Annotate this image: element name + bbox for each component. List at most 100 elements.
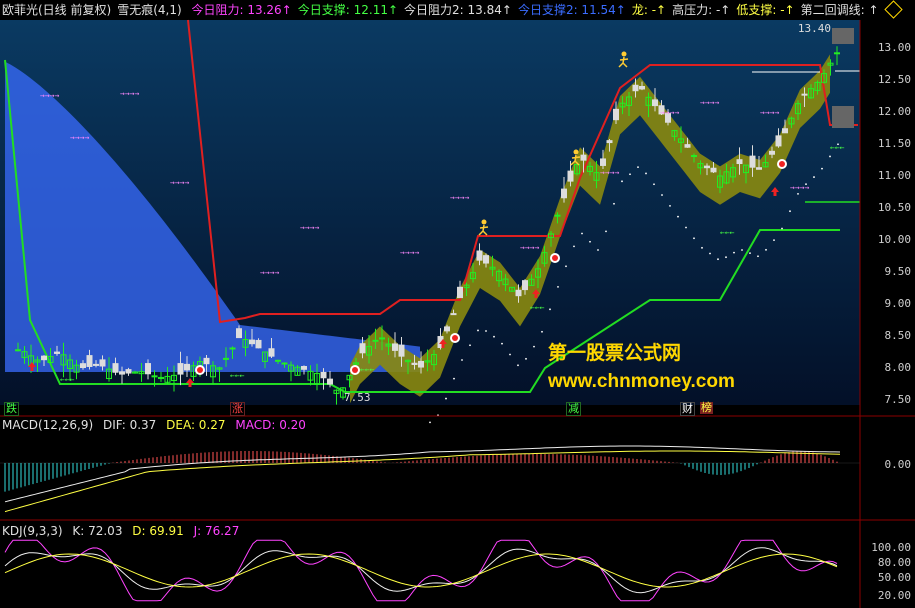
- watermark-title: 第一股票公式网: [548, 342, 682, 364]
- candle-body: [184, 363, 190, 371]
- tag-jian: 减: [566, 402, 581, 416]
- candle-body: [775, 135, 782, 147]
- price-tick: 9.50: [884, 265, 912, 278]
- trail-dot: [781, 227, 783, 230]
- candle-body: [80, 363, 86, 369]
- candle-body: [268, 348, 275, 357]
- candle-body: [515, 289, 522, 297]
- candle-body: [483, 255, 489, 264]
- candle-body: [600, 158, 606, 166]
- candle-body: [359, 343, 366, 354]
- candle-body: [450, 313, 457, 316]
- trail-dot: [773, 239, 775, 242]
- arrow-marker: →→→→: [400, 248, 419, 257]
- trail-dot: [565, 265, 567, 268]
- macd-title: MACD(12,26,9): [2, 418, 94, 432]
- tag-die: 跌: [4, 402, 19, 416]
- price-tick: 11.50: [877, 137, 911, 150]
- macd-chart: [0, 445, 860, 513]
- runner-icon: [481, 219, 487, 225]
- candle-body: [236, 328, 242, 339]
- arrow-marker: →→→→: [520, 243, 539, 252]
- trail-dot: [797, 192, 799, 195]
- header-item-7: 第二回调线: ↑: [800, 3, 879, 17]
- kdj-j: J: 76.27: [193, 524, 240, 538]
- candle-body: [418, 360, 424, 368]
- candle-body: [275, 359, 281, 362]
- trail-dot: [765, 248, 767, 251]
- arrow-marker: →→→→: [70, 133, 89, 142]
- trail-dot: [429, 421, 431, 424]
- trail-dot: [501, 342, 503, 345]
- kdj-header: KDJ(9,3,3) K: 72.03 D: 69.91 J: 76.27: [2, 523, 245, 539]
- candle-body: [86, 355, 93, 367]
- kdj-tick: 100.00: [871, 541, 911, 554]
- trail-dot: [533, 345, 535, 348]
- trail-dot: [749, 252, 751, 255]
- low-annotation: 7.53: [344, 391, 371, 404]
- candle-body: [15, 349, 21, 352]
- candle-body: [749, 155, 756, 168]
- grey-block: [832, 106, 854, 128]
- candle-body: [93, 363, 99, 366]
- arrow-marker: ←←←: [720, 228, 735, 237]
- kdj-d: D: 69.91: [132, 524, 184, 538]
- price-tick: 9.00: [884, 297, 912, 310]
- macd-dea: DEA: 0.27: [166, 418, 226, 432]
- candle-body: [301, 366, 307, 370]
- candle-body: [639, 85, 645, 90]
- kdj-title: KDJ(9,3,3): [2, 524, 63, 538]
- macd-dea-line: [4, 450, 841, 513]
- header-item-5: 高压力: -↑: [672, 3, 731, 17]
- trail-dot: [821, 167, 823, 170]
- trail-dot: [717, 258, 719, 261]
- candle-body: [632, 84, 639, 92]
- price-tick: 12.00: [877, 105, 911, 118]
- trail-dot: [493, 335, 495, 338]
- candle-body: [476, 250, 483, 261]
- trail-dot: [645, 172, 647, 175]
- candle-body: [229, 347, 236, 350]
- candle-body: [704, 165, 710, 169]
- candle-body: [613, 108, 619, 121]
- candle-body: [684, 144, 691, 148]
- candle-body: [801, 93, 808, 96]
- trail-dot: [541, 330, 543, 333]
- candle-body: [606, 140, 613, 144]
- trail-dot: [693, 237, 695, 240]
- trail-dot: [741, 249, 743, 251]
- candle-body: [327, 378, 333, 385]
- arrow-marker: →→→→: [40, 91, 59, 100]
- candle-body: [756, 167, 762, 170]
- candle-body: [223, 357, 229, 360]
- kdj-chart: [4, 539, 838, 602]
- candle-body: [320, 371, 327, 379]
- kdj-tick: 50.00: [877, 571, 911, 584]
- trail-dot: [725, 256, 727, 259]
- candle-body: [379, 337, 385, 340]
- candle-body: [769, 150, 775, 155]
- candle-body: [255, 339, 262, 349]
- header-item-3: 今日支撑2: 11.54↑: [517, 3, 626, 17]
- trail-dot: [589, 240, 591, 243]
- trail-dot: [813, 176, 815, 178]
- arrow-marker: ←←←: [60, 375, 75, 384]
- macd-header: MACD(12,26,9) DIF: 0.37 DEA: 0.27 MACD: …: [2, 417, 312, 433]
- kdj-tick: 20.00: [877, 589, 911, 602]
- arrow-marker: →→→→: [660, 108, 679, 117]
- candle-body: [834, 52, 840, 55]
- candle-body: [554, 214, 561, 217]
- candle-body: [710, 167, 717, 173]
- arrow-marker: ←←←: [360, 365, 375, 374]
- price-tick: 12.50: [877, 73, 911, 86]
- candle-body: [203, 357, 210, 365]
- candle-body: [411, 362, 418, 365]
- arrow-marker: →→→→: [170, 178, 189, 187]
- macd-value: MACD: 0.20: [235, 418, 306, 432]
- kdj-k: K: 72.03: [72, 524, 123, 538]
- arrow-marker: →→→→: [300, 223, 319, 232]
- trail-dot: [621, 180, 623, 183]
- runner-icon: [621, 51, 627, 57]
- grey-block: [832, 28, 854, 44]
- trail-dot: [445, 397, 447, 400]
